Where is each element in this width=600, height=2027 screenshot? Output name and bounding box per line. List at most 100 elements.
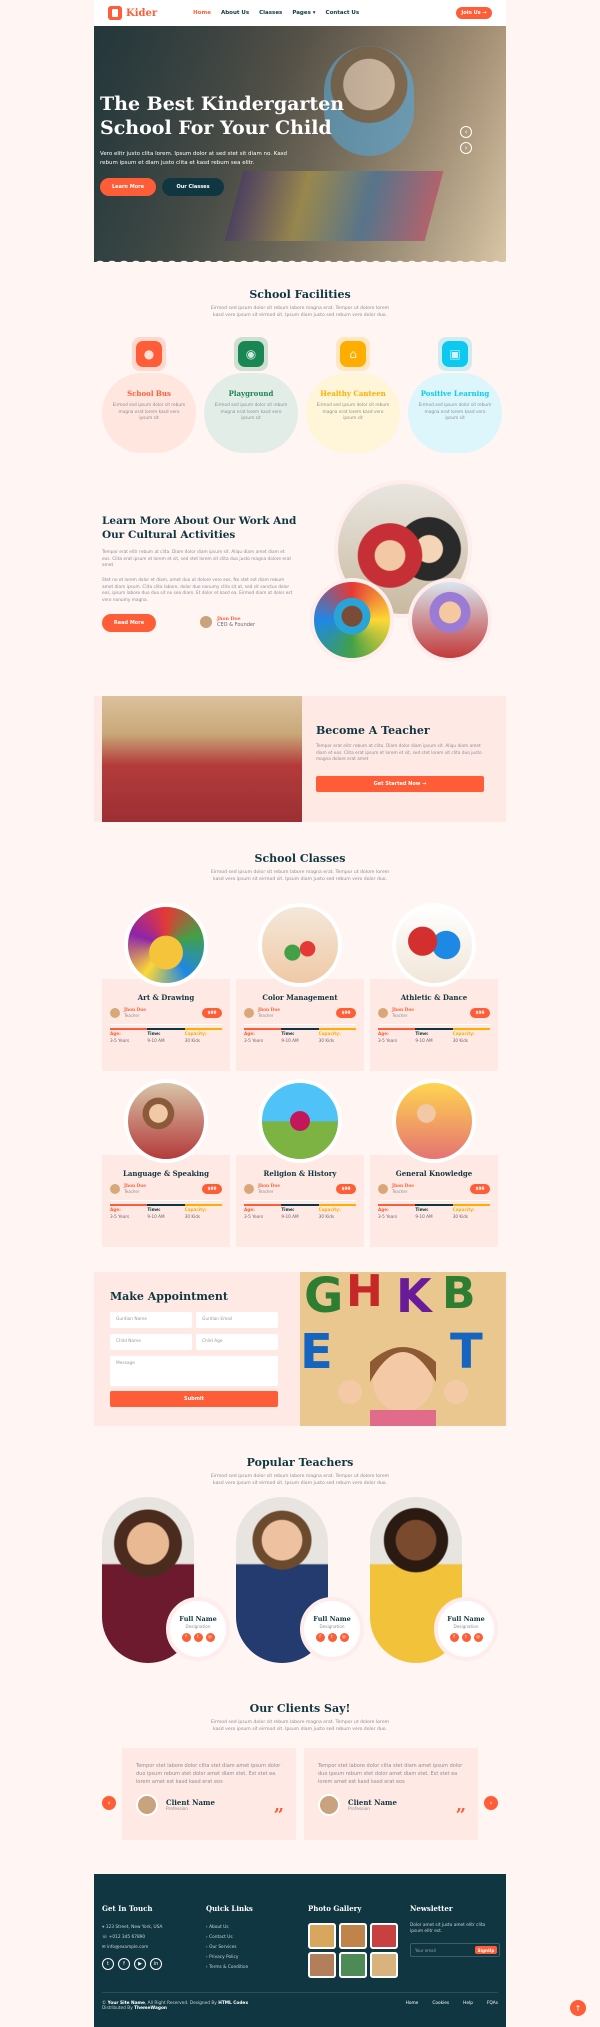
gallery-thumb[interactable]	[370, 1952, 398, 1978]
client-profession: Profession	[348, 1807, 370, 1812]
teacher-info: Full Name Designation f t ◎	[300, 1597, 364, 1661]
become-title: Become A Teacher	[316, 724, 430, 737]
designer-link[interactable]: HTML Codex	[218, 2001, 248, 2006]
age-value: 3-5 Years	[378, 1214, 398, 1219]
time-value: 9-10 AM	[281, 1214, 299, 1219]
capacity-label: Capacity:	[452, 1031, 475, 1036]
nav-pages[interactable]: Pages ▾	[292, 10, 315, 16]
newsletter-email-input[interactable]: Your email SignUp	[410, 1943, 500, 1957]
read-more-button[interactable]: Read More	[102, 614, 156, 632]
gallery-thumb[interactable]	[308, 1952, 336, 1978]
capacity-value: 30 Kids	[452, 1038, 469, 1043]
price-badge: $99	[202, 1008, 222, 1018]
price-badge: $99	[470, 1008, 490, 1018]
capacity-value: 30 Kids	[452, 1214, 469, 1219]
teacher-designation: Designation	[453, 1624, 479, 1629]
get-started-button[interactable]: Get Started Now →	[316, 776, 484, 792]
brand-logo[interactable]: Kider	[108, 6, 157, 20]
instagram-icon[interactable]: ◎	[473, 1633, 483, 1642]
nav-classes[interactable]: Classes	[259, 10, 282, 16]
gallery-thumb[interactable]	[370, 1923, 398, 1949]
teacher-role: Teacher	[392, 1189, 408, 1194]
footer-link[interactable]: About Us	[209, 1925, 228, 1930]
facebook-icon[interactable]: f	[181, 1633, 191, 1642]
twitter-icon[interactable]: t	[327, 1633, 337, 1642]
facility-text: Eirmod sed ipsum dolor sit rebum magna e…	[418, 403, 492, 421]
join-us-button[interactable]: Join Us →	[456, 7, 492, 19]
footer-heading: Newsletter	[410, 1904, 453, 1913]
teacher-role: Teacher	[258, 1189, 274, 1194]
youtube-icon[interactable]: ▶	[134, 1958, 146, 1970]
facility-card: ⌂ Healthy Canteen Eirmod sed ipsum dolor…	[306, 337, 400, 453]
quote-icon: ”	[455, 1805, 466, 1826]
capacity-label: Capacity:	[184, 1031, 207, 1036]
class-image	[258, 1079, 342, 1163]
section-title: Popular Teachers	[246, 1456, 354, 1469]
child-age-field[interactable]: Child Age	[196, 1334, 278, 1350]
gallery-thumb[interactable]	[308, 1923, 336, 1949]
email[interactable]: info@example.com	[107, 1945, 148, 1950]
age-value: 3-5 Years	[110, 1214, 130, 1219]
carousel-next-icon[interactable]: ›	[460, 142, 472, 154]
footer-menu-faqs[interactable]: FQAs	[487, 2001, 498, 2011]
distributor-link[interactable]: ThemeWagon	[134, 2006, 167, 2011]
time-label: Time:	[281, 1207, 295, 1212]
twitter-icon[interactable]: t	[461, 1633, 471, 1642]
footer-gallery: Photo Gallery	[308, 1904, 398, 1978]
twitter-icon[interactable]: t	[102, 1958, 114, 1970]
teacher-role: Teacher	[124, 1189, 140, 1194]
facebook-icon[interactable]: f	[449, 1633, 459, 1642]
testimonial-prev-icon[interactable]: ‹	[102, 1796, 116, 1810]
age-label: Age:	[378, 1207, 389, 1212]
gallery-thumb[interactable]	[339, 1952, 367, 1978]
back-to-top-icon[interactable]: ↑	[570, 2000, 586, 2016]
footer-link[interactable]: Privacy Policy	[209, 1955, 238, 1960]
facebook-icon[interactable]: f	[118, 1958, 130, 1970]
class-card[interactable]: Language & Speaking Jhon Doe Teacher $99 Age…	[102, 1079, 230, 1247]
client-name: Client Name	[166, 1798, 215, 1807]
nav-about[interactable]: About Us	[221, 10, 249, 16]
class-image	[392, 1079, 476, 1163]
facebook-icon[interactable]: f	[315, 1633, 325, 1642]
testimonial-next-icon[interactable]: ›	[484, 1796, 498, 1810]
signup-button[interactable]: SignUp	[475, 1946, 497, 1954]
teacher-name: Full Name	[447, 1615, 485, 1623]
message-field[interactable]: Message	[110, 1356, 278, 1386]
chalkboard-icon: ▣	[438, 337, 472, 371]
footer-link[interactable]: Terms & Condition	[209, 1965, 248, 1970]
footer-menu-home[interactable]: Home	[406, 2001, 419, 2011]
price-badge: $99	[336, 1008, 356, 1018]
footer-link[interactable]: Contact Us	[209, 1935, 232, 1940]
time-label: Time:	[415, 1031, 429, 1036]
class-card[interactable]: Religion & History Jhon Doe Teacher $99 Age:…	[236, 1079, 364, 1247]
guardian-email-field[interactable]: Gurdian Email	[196, 1312, 278, 1328]
child-name-field[interactable]: Child Name	[110, 1334, 192, 1350]
guardian-name-field[interactable]: Gurdian Name	[110, 1312, 192, 1328]
twitter-icon[interactable]: t	[193, 1633, 203, 1642]
about-title: Learn More About Our Work And Our Cultur…	[102, 515, 297, 541]
class-card[interactable]: Art & Drawing Jhon Doe Teacher $99 Age: 3-5 Y…	[102, 903, 230, 1071]
nav-contact[interactable]: Contact Us	[326, 10, 360, 16]
footer-menu-help[interactable]: Help	[463, 2001, 473, 2011]
facility-card: ▣ Positive Learning Eirmod sed ipsum dol…	[408, 337, 502, 453]
capacity-value: 30 Kids	[184, 1038, 201, 1043]
class-card[interactable]: General Knowledge Jhon Doe Teacher $99 Age: 3…	[370, 1079, 498, 1247]
class-card[interactable]: Athletic & Dance Jhon Doe Teacher $99 Age: 3-…	[370, 903, 498, 1071]
teacher-name: Full Name	[313, 1615, 351, 1623]
nav-home[interactable]: Home	[193, 10, 211, 16]
instagram-icon[interactable]: ◎	[339, 1633, 349, 1642]
linkedin-icon[interactable]: in	[150, 1958, 162, 1970]
gallery-thumb[interactable]	[339, 1923, 367, 1949]
appointment-image: G H K B E T	[300, 1272, 506, 1426]
class-card[interactable]: Color Management Jhon Doe Teacher $99 Age: 3-…	[236, 903, 364, 1071]
about-image-small-1	[310, 578, 394, 662]
our-classes-button[interactable]: Our Classes	[162, 178, 224, 196]
footer-menu-cookies[interactable]: Cookies	[432, 2001, 449, 2011]
instagram-icon[interactable]: ◎	[205, 1633, 215, 1642]
capacity-label: Capacity:	[184, 1207, 207, 1212]
carousel-prev-icon[interactable]: ‹	[460, 126, 472, 138]
learn-more-button[interactable]: Learn More	[100, 178, 156, 196]
footer-link[interactable]: Our Services	[209, 1945, 236, 1950]
facility-card: ● School Bus Eirmod sed ipsum dolor sit …	[102, 337, 196, 453]
submit-button[interactable]: Submit	[110, 1391, 278, 1407]
